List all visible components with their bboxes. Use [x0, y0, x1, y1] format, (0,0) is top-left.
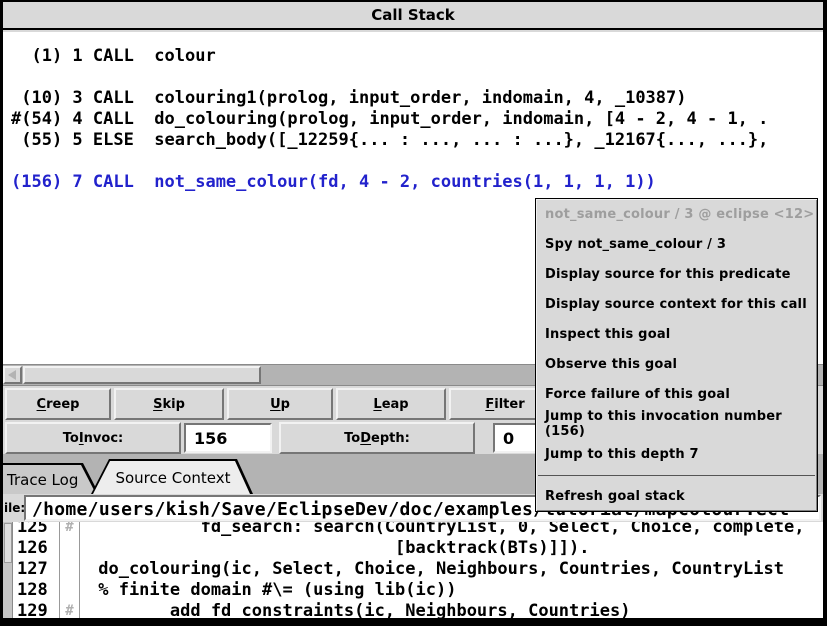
file-label: ile:: [4, 501, 25, 515]
source-code-row: 125# fd_search: search(CountryList, 0, S…: [13, 522, 823, 538]
menu-header-predicate-spec: not_same_colour / 3 @ eclipse <12>: [536, 199, 817, 229]
to-invoc-input[interactable]: 156: [184, 423, 272, 453]
source-code-text: fd_search: search(CountryList, 0, Select…: [80, 522, 804, 538]
tab-trace-log-label[interactable]: Trace Log: [3, 465, 96, 494]
source-code-row: 128 % finite domain #\= (using lib(ic)): [13, 580, 823, 601]
stack-line[interactable]: (55) 5 ELSE search_body([_12259{... : ..…: [11, 130, 823, 151]
leap-button[interactable]: Leap: [336, 388, 446, 420]
source-code-text: % finite domain #\= (using lib(ic)): [80, 580, 456, 601]
gutter[interactable]: [60, 580, 80, 601]
menu-item-inspect-this-goal[interactable]: Inspect this goal: [536, 319, 817, 349]
breakpoint-gutter-mark[interactable]: #: [60, 522, 80, 538]
gutter[interactable]: [60, 538, 80, 559]
stack-line: [11, 151, 823, 172]
source-context-view: 125# fd_search: search(CountryList, 0, S…: [3, 522, 823, 618]
line-number: 125: [13, 522, 60, 538]
scroll-left-arrow[interactable]: [3, 366, 22, 384]
breakpoint-gutter-mark[interactable]: #: [60, 601, 80, 618]
menu-item-jump-to-this-invocation-number-156[interactable]: Jump to this invocation number (156): [536, 409, 817, 439]
up-button[interactable]: Up: [227, 388, 333, 420]
source-code-text: [backtrack(BTs)]]).: [80, 538, 590, 559]
source-code-rows: 125# fd_search: search(CountryList, 0, S…: [13, 522, 823, 618]
menu-separator: [538, 475, 815, 476]
stack-line[interactable]: (1) 1 CALL colour: [11, 46, 823, 67]
creep-button[interactable]: Creep: [5, 388, 111, 420]
line-number: 128: [13, 580, 60, 601]
line-number: 129: [13, 601, 60, 618]
window-title-bar: Call Stack: [3, 2, 823, 30]
stack-line-current-goal[interactable]: (156) 7 CALL not_same_colour(fd, 4 - 2, …: [11, 172, 823, 193]
gutter[interactable]: [60, 559, 80, 580]
source-code-row: 127 do_colouring(ic, Select, Choice, Nei…: [13, 559, 823, 580]
stack-line: [11, 67, 823, 88]
to-depth-button[interactable]: To Depth:: [279, 422, 475, 454]
skip-button[interactable]: Skip: [114, 388, 224, 420]
tab-source-context-label[interactable]: Source Context: [93, 461, 251, 494]
window-title: Call Stack: [371, 6, 455, 24]
source-code-row: 129# add_fd_constraints(ic, Neighbours, …: [13, 601, 823, 618]
scroll-left-arrow-icon: [8, 370, 16, 380]
menu-item-observe-this-goal[interactable]: Observe this goal: [536, 349, 817, 379]
source-code-text: do_colouring(ic, Select, Choice, Neighbo…: [80, 559, 784, 580]
source-code-text: add_fd_constraints(ic, Neighbours, Count…: [80, 601, 630, 618]
to-invoc-button[interactable]: To Invoc:: [5, 422, 181, 454]
menu-item-spy-not-same-colour-3[interactable]: Spy not_same_colour / 3: [536, 229, 817, 259]
code-scrollbar-thumb[interactable]: [4, 523, 12, 563]
line-number: 127: [13, 559, 60, 580]
scrollbar-thumb[interactable]: [23, 366, 261, 384]
menu-item-jump-to-this-depth-7[interactable]: Jump to this depth 7: [536, 439, 817, 469]
source-code-row: 126 [backtrack(BTs)]]).: [13, 538, 823, 559]
code-vertical-scrollbar[interactable]: [3, 522, 13, 618]
stack-line[interactable]: #(54) 4 CALL do_colouring(prolog, input_…: [11, 109, 823, 130]
menu-item-refresh-goal-stack[interactable]: Refresh goal stack: [536, 481, 817, 511]
goal-context-menu: not_same_colour / 3 @ eclipse <12>Spy no…: [535, 198, 818, 512]
menu-item-display-source-context-for-this-call[interactable]: Display source context for this call: [536, 289, 817, 319]
menu-item-display-source-for-this-predicate[interactable]: Display source for this predicate: [536, 259, 817, 289]
stack-line[interactable]: (10) 3 CALL colouring1(prolog, input_ord…: [11, 88, 823, 109]
line-number: 126: [13, 538, 60, 559]
menu-item-force-failure-of-this-goal[interactable]: Force failure of this goal: [536, 379, 817, 409]
